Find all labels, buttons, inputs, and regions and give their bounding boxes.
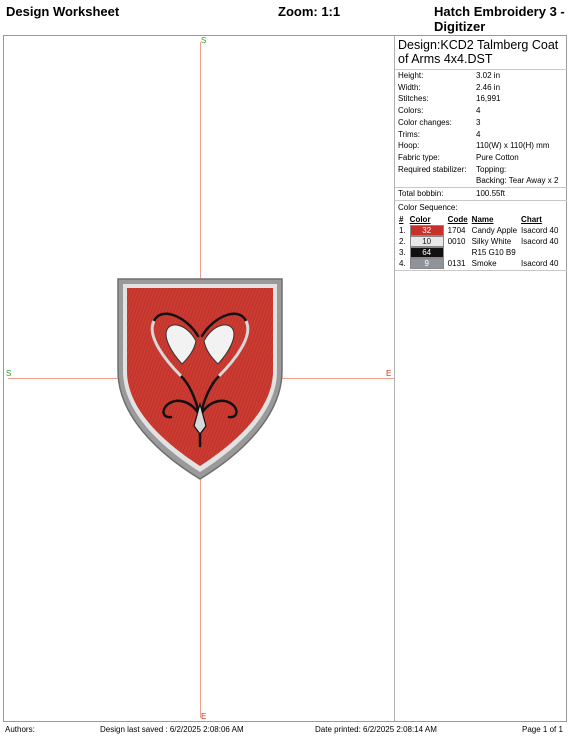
property-row: Colors: 4	[395, 105, 567, 117]
property-value: 3	[476, 117, 481, 127]
property-row: Stitches: 16,991	[395, 93, 567, 105]
design-properties: Height: 3.02 in Width: 2.46 in Stitches: 16,9…	[395, 70, 567, 200]
color-chart: Isacord 40	[521, 258, 559, 268]
color-sequence-divider	[395, 269, 567, 271]
color-chart: Isacord 40	[521, 225, 559, 235]
footer-last-saved: Design last saved : 6/2/2025 2:08:06 AM	[100, 725, 244, 734]
end-marker-right: E	[386, 369, 392, 378]
property-value: Backing: Tear Away x 2	[476, 176, 559, 186]
color-name: Smoke	[471, 258, 497, 268]
property-key: Color changes:	[398, 117, 452, 127]
color-swatch-cell: 64	[408, 246, 446, 258]
color-swatch: 10	[409, 235, 444, 247]
property-value: 4	[476, 106, 481, 116]
color-sequence-table: # Color Code Name Chart 1. 32 1704 Candy Ap…	[397, 214, 560, 269]
footer-page: Page 1 of 1	[522, 725, 563, 734]
property-row: Fabric type: Pure Cotton	[395, 152, 567, 164]
col-chart: Chart	[521, 214, 542, 224]
property-row: Width: 2.46 in	[395, 82, 567, 94]
col-name: Name	[471, 214, 494, 224]
color-number: 1.	[399, 225, 406, 235]
color-name: Silky White	[471, 236, 512, 246]
property-value: 3.02 in	[476, 71, 501, 80]
color-code	[446, 247, 470, 258]
footer-date-printed: Date printed: 6/2/2025 2:08:14 AM	[315, 725, 437, 734]
property-key: Colors:	[398, 106, 424, 116]
property-row: Hoop: 110(W) x 110(H) mm	[395, 140, 567, 152]
worksheet-title: Design Worksheet	[6, 4, 120, 19]
property-value: Topping:	[476, 164, 507, 174]
property-value: 100.55ft	[476, 189, 505, 199]
property-row: Backing: Tear Away x 2	[395, 175, 567, 187]
property-row: Color changes: 3	[395, 117, 567, 129]
color-swatch: 32	[409, 224, 444, 236]
color-swatch-cell: 32	[408, 224, 446, 236]
property-row: Height: 3.02 in	[395, 70, 567, 82]
property-row: Trims: 4	[395, 129, 567, 141]
color-name: R15 G10 B9	[471, 247, 516, 257]
property-key: Stitches:	[398, 94, 429, 104]
design-name: Design:KCD2 Talmberg Coat of Arms 4x4.DS…	[395, 36, 567, 70]
property-key: Total bobbin:	[398, 189, 444, 199]
property-key: Hoop:	[398, 141, 420, 151]
color-sequence-header: # Color Code Name Chart	[397, 214, 560, 225]
color-swatch-cell: 9	[408, 257, 446, 269]
property-row: Required stabilizer: Topping:	[395, 164, 567, 176]
design-canvas: S S E E	[4, 36, 394, 721]
color-row: 2. 10 0010 Silky White Isacord 40	[397, 235, 560, 247]
property-value: 110(W) x 110(H) mm	[476, 141, 550, 151]
color-chart: Isacord 40	[521, 236, 559, 246]
property-key: Trims:	[398, 129, 420, 139]
color-swatch: 64	[409, 246, 444, 258]
property-key	[398, 175, 476, 187]
property-key: Height:	[398, 71, 424, 80]
property-key: Fabric type:	[398, 152, 440, 162]
color-name: Candy Apple	[471, 225, 518, 235]
col-num: #	[399, 214, 404, 224]
property-value: Pure Cotton	[476, 152, 519, 162]
color-number: 4.	[399, 258, 406, 268]
color-row: 3. 64 R15 G10 B9	[397, 246, 560, 258]
property-key: Required stabilizer:	[398, 164, 467, 174]
property-key: Width:	[398, 82, 421, 92]
color-sequence-label: Color Sequence:	[395, 199, 567, 214]
color-code: 1704	[447, 225, 466, 235]
color-number: 3.	[399, 247, 406, 257]
color-code: 0131	[447, 258, 466, 268]
start-marker-top: S	[201, 36, 207, 45]
property-value: 4	[476, 129, 481, 139]
color-number: 2.	[399, 236, 406, 246]
footer-authors: Authors:	[5, 725, 35, 734]
col-code: Code	[447, 214, 468, 224]
software-title: Hatch Embroidery 3 - Digitizer	[434, 4, 565, 34]
coat-of-arms-shield	[117, 278, 283, 480]
zoom-level: Zoom: 1:1	[278, 4, 341, 19]
color-row: 4. 9 0131 Smoke Isacord 40	[397, 257, 560, 269]
property-row: Total bobbin: 100.55ft	[395, 187, 567, 200]
color-chart	[519, 247, 560, 258]
design-info-panel: Design:KCD2 Talmberg Coat of Arms 4x4.DS…	[394, 36, 567, 721]
color-code: 0010	[447, 236, 466, 246]
start-marker-left: S	[6, 369, 12, 378]
end-marker-bottom: E	[201, 712, 207, 721]
property-value: 2.46 in	[476, 82, 501, 92]
property-value: 16,991	[476, 94, 501, 104]
col-color: Color	[409, 214, 431, 224]
color-swatch-cell: 10	[408, 235, 446, 247]
color-row: 1. 32 1704 Candy Apple Isacord 40	[397, 224, 560, 236]
color-swatch: 9	[409, 257, 444, 269]
